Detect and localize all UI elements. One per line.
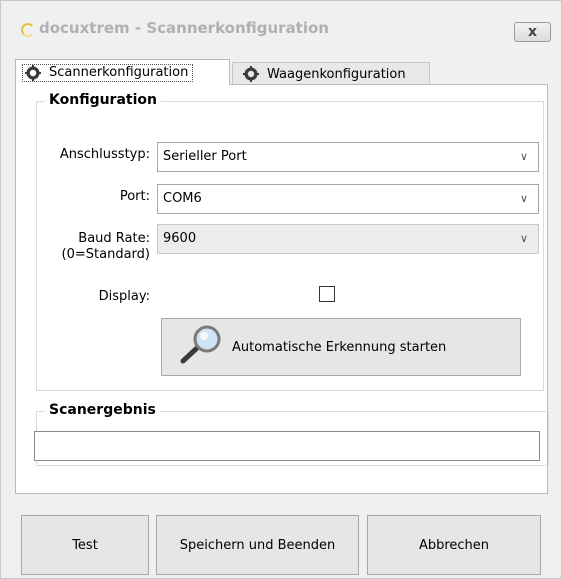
close-icon: x — [527, 24, 538, 40]
save-exit-button[interactable]: Speichern und Beenden — [156, 515, 359, 575]
group-title: Scanergebnis — [45, 402, 160, 418]
button-label: Test — [72, 537, 98, 553]
button-label: Abbrechen — [418, 537, 490, 553]
display-label: Display: — [98, 289, 150, 304]
port-select[interactable]: COM6 ∨ — [157, 184, 539, 214]
chevron-down-icon: ∨ — [519, 232, 528, 245]
baudrate-sublabel: (0=Standard) — [61, 247, 150, 262]
group-title: Konfiguration — [45, 92, 161, 108]
chevron-down-icon: ∨ — [519, 150, 528, 163]
select-value: COM6 — [163, 191, 202, 206]
autodetect-label: Automatische Erkennung starten — [232, 339, 447, 355]
tab-focus-rect: Scannerkonfiguration — [22, 63, 194, 82]
chevron-down-icon: ∨ — [519, 192, 528, 205]
tab-scannerkonfiguration[interactable]: Scannerkonfiguration — [15, 59, 230, 85]
display-checkbox[interactable] — [319, 286, 335, 302]
tab-panel: Konfiguration Anschlusstyp: Serieller Po… — [15, 84, 549, 494]
scanergebnis-input[interactable] — [34, 431, 540, 461]
gear-icon — [25, 64, 41, 81]
magnifier-icon — [178, 324, 224, 370]
dialog-window: docuxtrem - Scannerkonfiguration x Scann… — [0, 0, 562, 579]
cancel-button[interactable]: Abbrechen — [367, 515, 541, 575]
app-icon — [21, 23, 35, 37]
anschlusstyp-select[interactable]: Serieller Port ∨ — [157, 142, 539, 172]
baudrate-select[interactable]: 9600 ∨ — [157, 224, 539, 254]
window-title: docuxtrem - Scannerkonfiguration — [39, 19, 329, 37]
port-label: Port: — [119, 189, 150, 204]
button-label: Speichern und Beenden — [179, 537, 336, 553]
anschlusstyp-label: Anschlusstyp: — [59, 147, 150, 162]
tab-waagenkonfiguration[interactable]: Waagenkonfiguration — [232, 62, 430, 85]
baudrate-label: Baud Rate: — [78, 231, 150, 246]
autodetect-button[interactable]: Automatische Erkennung starten — [161, 318, 521, 376]
close-button[interactable]: x — [514, 22, 551, 42]
test-button[interactable]: Test — [21, 515, 149, 575]
select-value: Serieller Port — [163, 149, 247, 164]
tab-label: Scannerkonfiguration — [49, 65, 189, 80]
select-value: 9600 — [163, 231, 197, 246]
title-bar: docuxtrem - Scannerkonfiguration x — [1, 1, 561, 45]
tab-label: Waagenkonfiguration — [267, 66, 406, 82]
gear-icon — [243, 66, 259, 82]
